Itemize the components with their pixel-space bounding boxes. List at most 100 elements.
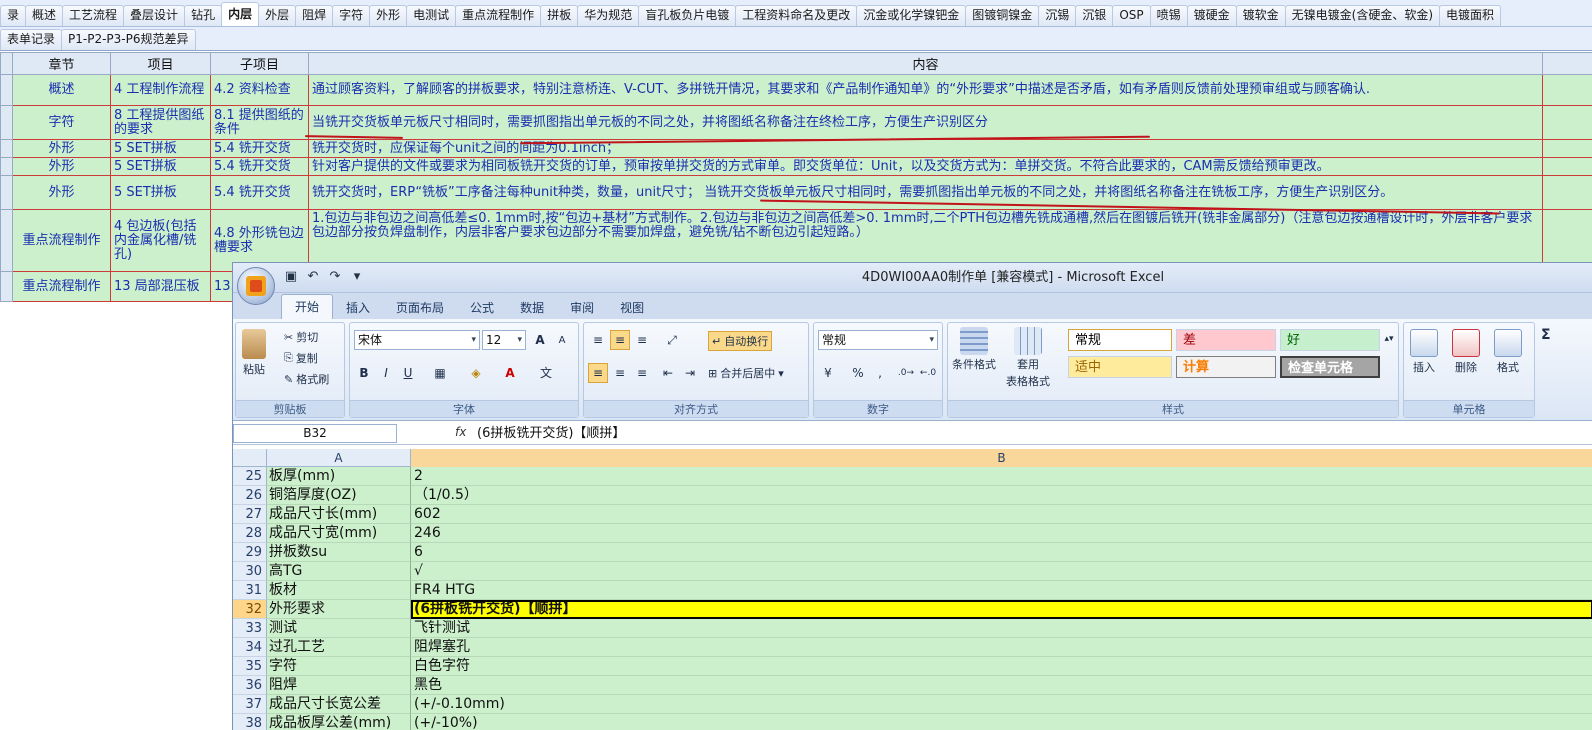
sheet-tab[interactable]: 字符 [332, 5, 371, 26]
tab-review[interactable]: 审阅 [557, 297, 607, 319]
increase-decimal-icon[interactable]: .0→ [896, 363, 916, 383]
font-color-icon[interactable]: A [500, 363, 520, 383]
sheet-tab[interactable]: 概述 [25, 5, 64, 26]
row-header[interactable]: 32 [233, 600, 267, 619]
sheet-tab[interactable]: 工艺流程 [62, 5, 125, 26]
doc-cell-extra[interactable] [1542, 157, 1592, 176]
align-left-icon[interactable]: ≡ [588, 363, 608, 383]
sheet-tab[interactable]: 内层 [221, 2, 260, 26]
row-header[interactable]: 31 [233, 581, 267, 600]
sheet-tab[interactable]: 盲孔板负片电镀 [638, 5, 737, 26]
column-header-b[interactable]: B [411, 449, 1592, 467]
border-icon[interactable]: ▦ [430, 363, 450, 383]
doc-cell-extra[interactable] [1542, 105, 1592, 140]
doc-cell-extra[interactable] [1542, 139, 1592, 158]
row-header[interactable]: 30 [233, 562, 267, 581]
undo-icon[interactable]: ↶ [305, 269, 321, 285]
italic-button[interactable]: I [376, 363, 396, 383]
doc-cell-chapter[interactable]: 外形 [12, 175, 111, 210]
cell-a[interactable]: 板厚(mm) [267, 467, 411, 486]
cell-b[interactable]: 飞针测试 [411, 619, 1592, 638]
doc-cell-sub[interactable]: 8.1 提供图纸的条件 [210, 105, 309, 140]
row-header[interactable]: 29 [233, 543, 267, 562]
cell-a[interactable]: 高TG [267, 562, 411, 581]
doc-cell-content[interactable]: 通过顾客资料，了解顾客的拼板要求，特别注意桥连、V-CUT、多拼铣开情况，其要求… [308, 74, 1543, 106]
sheet-tab[interactable]: 工程资料命名及更改 [735, 5, 858, 26]
align-right-icon[interactable]: ≡ [632, 363, 652, 383]
doc-header-chapter[interactable]: 章节 [12, 52, 111, 75]
row-header[interactable]: 38 [233, 714, 267, 730]
sheet-tab[interactable]: 外层 [258, 5, 297, 26]
cell-b[interactable]: FR4 HTG [411, 581, 1592, 600]
style-good[interactable]: 好 [1280, 329, 1380, 351]
save-icon[interactable]: ▣ [283, 269, 299, 285]
align-bottom-icon[interactable]: ≡ [632, 330, 652, 350]
doc-cell-chapter[interactable]: 概述 [12, 74, 111, 106]
tab-home[interactable]: 开始 [281, 294, 334, 319]
sheet-tab[interactable]: 拼板 [540, 5, 579, 26]
doc-cell-content[interactable]: 铣开交货时，应保证每个unit之间的间距为0.1inch； [308, 139, 1543, 158]
doc-cell-sub[interactable]: 5.4 铣开交货 [210, 157, 309, 176]
sheet-tab[interactable]: 无镍电镀金(含硬金、软金) [1284, 5, 1441, 26]
delete-cells-button[interactable]: 删除 [1452, 329, 1480, 375]
underline-button[interactable]: U [398, 363, 418, 383]
row-header[interactable]: 26 [233, 486, 267, 505]
cell-a[interactable]: 铜箔厚度(OZ) [267, 486, 411, 505]
row-header[interactable]: 36 [233, 676, 267, 695]
doc-cell-item[interactable]: 4 包边板(包括内金属化槽/铣孔) [110, 209, 211, 272]
font-name-combo[interactable]: 宋体 [354, 330, 480, 350]
autosum-button[interactable]: Σ [1541, 327, 1551, 343]
percent-button[interactable]: % [848, 363, 868, 383]
copy-button[interactable]: ⎘ 复制 [284, 350, 318, 366]
sheet-tab[interactable]: 喷锡 [1149, 5, 1188, 26]
doc-cell-chapter[interactable]: 重点流程制作 [12, 209, 111, 272]
sheet-tab[interactable]: P1-P2-P3-P6规范差异 [61, 29, 196, 50]
cell-a[interactable]: 外形要求 [267, 600, 411, 619]
fill-color-icon[interactable]: ◈ [466, 363, 486, 383]
tab-formulas[interactable]: 公式 [457, 297, 507, 319]
sheet-tab[interactable]: 沉金或化学镍钯金 [856, 5, 967, 26]
cell-a[interactable]: 成品尺寸长(mm) [267, 505, 411, 524]
doc-cell-chapter[interactable]: 外形 [12, 139, 111, 158]
sheet-tab[interactable]: 沉银 [1075, 5, 1114, 26]
cell-a[interactable]: 字符 [267, 657, 411, 676]
cell-b[interactable]: √ [411, 562, 1592, 581]
sheet-tab[interactable]: 阻焊 [295, 5, 334, 26]
row-header[interactable]: 28 [233, 524, 267, 543]
sheet-tab[interactable]: 沉锡 [1038, 5, 1077, 26]
sheet-tab[interactable]: 钻孔 [184, 5, 223, 26]
doc-header-sub[interactable]: 子项目 [210, 52, 309, 75]
doc-cell-sub[interactable]: 4.2 资料检查 [210, 74, 309, 106]
cell-a[interactable]: 成品板厚公差(mm) [267, 714, 411, 730]
tab-view[interactable]: 视图 [607, 297, 657, 319]
insert-cells-button[interactable]: 插入 [1410, 329, 1438, 375]
doc-table-row[interactable]: 外形 5 SET拼板 5.4 铣开交货 针对客户提供的文件或要求为相同板铣开交货… [0, 157, 1592, 176]
cell-b[interactable]: 阻焊塞孔 [411, 638, 1592, 657]
doc-table-row[interactable]: 外形 5 SET拼板 5.4 铣开交货 铣开交货时，ERP“铣板”工序备注每种u… [0, 175, 1592, 210]
cell-b[interactable]: 246 [411, 524, 1592, 543]
formula-input[interactable]: (6拼板铣开交货)【顺拼】 [477, 423, 625, 445]
tab-insert[interactable]: 插入 [333, 297, 383, 319]
comma-icon[interactable]: , [870, 363, 890, 383]
bold-button[interactable]: B [354, 363, 374, 383]
doc-cell-extra[interactable] [1542, 74, 1592, 106]
tab-page-layout[interactable]: 页面布局 [383, 297, 457, 319]
cell-a[interactable]: 过孔工艺 [267, 638, 411, 657]
format-as-table-button[interactable]: 套用 表格格式 [1006, 327, 1050, 389]
doc-cell-item[interactable]: 13 局部混压板 [110, 271, 211, 302]
cell-a[interactable]: 成品尺寸宽(mm) [267, 524, 411, 543]
paste-button[interactable]: 粘贴 [242, 329, 266, 377]
sheet-tab[interactable]: 图镀铜镍金 [965, 5, 1040, 26]
cell-b[interactable]: (+/-10%) [411, 714, 1592, 730]
decrease-decimal-icon[interactable]: ←.0 [918, 363, 938, 383]
doc-cell-chapter[interactable]: 重点流程制作 [12, 271, 111, 302]
format-cells-button[interactable]: 格式 [1494, 329, 1522, 375]
column-header-a[interactable]: A [267, 449, 411, 467]
row-header[interactable]: 35 [233, 657, 267, 676]
cell-a[interactable]: 成品尺寸长宽公差 [267, 695, 411, 714]
sheet-tab[interactable]: 外形 [369, 5, 408, 26]
doc-cell-chapter[interactable]: 外形 [12, 157, 111, 176]
wrap-text-button[interactable]: ↵ 自动换行 [708, 331, 773, 351]
row-header[interactable]: 37 [233, 695, 267, 714]
font-size-combo[interactable]: 12 [482, 330, 526, 350]
